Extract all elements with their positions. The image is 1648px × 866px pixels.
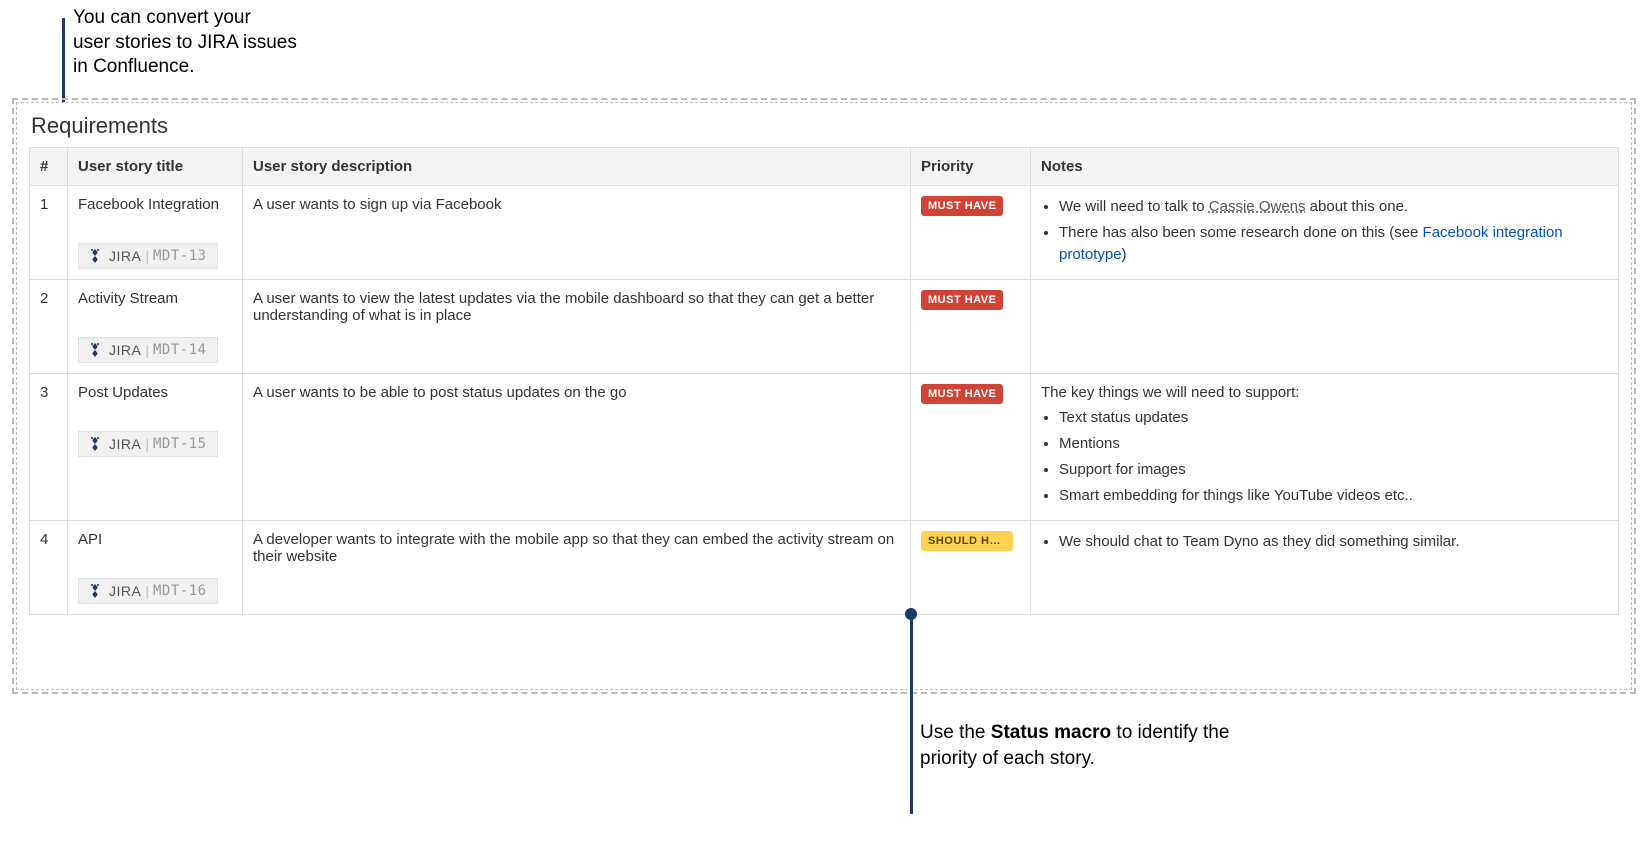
- jira-issue-link[interactable]: JIRA | MDT-14: [78, 337, 218, 363]
- table-header-row: # User story title User story descriptio…: [30, 148, 1619, 186]
- annotation-top-line1: You can convert your: [73, 7, 251, 28]
- row-number: 4: [30, 521, 68, 615]
- story-title: API: [78, 531, 232, 548]
- jira-product-label: JIRA: [109, 436, 141, 452]
- table-row: 4 API JIRA | MDT-16: [30, 521, 1619, 615]
- col-header-desc: User story description: [243, 148, 911, 186]
- table-row: 3 Post Updates JIRA | MDT-15: [30, 374, 1619, 521]
- cell-notes: We will need to talk to Cassie Owens abo…: [1031, 186, 1619, 280]
- cell-description: A user wants to sign up via Facebook: [243, 186, 911, 280]
- jira-issue-key: MDT-16: [153, 583, 207, 599]
- jira-icon: [87, 248, 103, 264]
- note-item: We should chat to Team Dyno as they did …: [1059, 531, 1608, 553]
- cell-title: Activity Stream JIRA | MDT-14: [68, 280, 243, 374]
- annotation-top-line3: in Confluence.: [73, 56, 194, 77]
- annotation-bottom-pre: Use the: [920, 722, 991, 743]
- annotation-top: You can convert your user stories to JIR…: [73, 6, 297, 80]
- note-item: Text status updates: [1059, 407, 1608, 429]
- jira-separator: |: [145, 248, 149, 264]
- row-number: 3: [30, 374, 68, 521]
- col-header-notes: Notes: [1031, 148, 1619, 186]
- annotation-bottom: Use the Status macro to identify the pri…: [920, 720, 1240, 771]
- cell-priority: MUST HAVE: [911, 280, 1031, 374]
- table-row: 2 Activity Stream JIRA | MDT-14: [30, 280, 1619, 374]
- cell-priority: MUST HAVE: [911, 186, 1031, 280]
- status-badge: SHOULD HAVE: [921, 531, 1013, 551]
- section-title: Requirements: [31, 113, 1619, 139]
- annotation-bottom-bold: Status macro: [991, 722, 1111, 743]
- note-text: about this one.: [1306, 198, 1409, 215]
- jira-issue-link[interactable]: JIRA | MDT-15: [78, 431, 218, 457]
- annotation-bottom-leader-line: [910, 614, 913, 814]
- jira-product-label: JIRA: [109, 583, 141, 599]
- cell-description: A developer wants to integrate with the …: [243, 521, 911, 615]
- story-title: Post Updates: [78, 384, 232, 401]
- cell-description: A user wants to be able to post status u…: [243, 374, 911, 521]
- jira-product-label: JIRA: [109, 248, 141, 264]
- jira-issue-key: MDT-14: [153, 342, 207, 358]
- jira-product-label: JIRA: [109, 342, 141, 358]
- jira-issue-key: MDT-13: [153, 248, 207, 264]
- requirements-panel: Requirements # User story title User sto…: [16, 102, 1632, 690]
- row-number: 1: [30, 186, 68, 280]
- cell-priority: MUST HAVE: [911, 374, 1031, 521]
- jira-icon: [87, 436, 103, 452]
- jira-issue-link[interactable]: JIRA | MDT-13: [78, 243, 218, 269]
- table-row: 1 Facebook Integration JIRA | MDT-13: [30, 186, 1619, 280]
- cell-title: Facebook Integration JIRA | MDT-13: [68, 186, 243, 280]
- col-header-title: User story title: [68, 148, 243, 186]
- jira-icon: [87, 342, 103, 358]
- note-item: There has also been some research done o…: [1059, 222, 1608, 266]
- cell-title: Post Updates JIRA | MDT-15: [68, 374, 243, 521]
- jira-separator: |: [145, 583, 149, 599]
- jira-issue-key: MDT-15: [153, 436, 207, 452]
- jira-separator: |: [145, 436, 149, 452]
- status-badge: MUST HAVE: [921, 196, 1003, 216]
- annotation-bottom-leader-dot: [905, 608, 917, 620]
- story-title: Activity Stream: [78, 290, 232, 307]
- col-header-number: #: [30, 148, 68, 186]
- status-badge: MUST HAVE: [921, 384, 1003, 404]
- macro-selection-frame: Requirements # User story title User sto…: [12, 98, 1636, 694]
- cell-notes: The key things we will need to support: …: [1031, 374, 1619, 521]
- col-header-priority: Priority: [911, 148, 1031, 186]
- requirements-table: # User story title User story descriptio…: [29, 147, 1619, 615]
- story-title: Facebook Integration: [78, 196, 232, 213]
- note-item: We will need to talk to Cassie Owens abo…: [1059, 196, 1608, 218]
- jira-icon: [87, 583, 103, 599]
- cell-notes: [1031, 280, 1619, 374]
- jira-issue-link[interactable]: JIRA | MDT-16: [78, 578, 218, 604]
- note-text: ): [1122, 246, 1127, 263]
- note-text: There has also been some research done o…: [1059, 224, 1423, 241]
- note-lead: The key things we will need to support:: [1041, 384, 1608, 401]
- cell-description: A user wants to view the latest updates …: [243, 280, 911, 374]
- cell-priority: SHOULD HAVE: [911, 521, 1031, 615]
- note-item: Mentions: [1059, 433, 1608, 455]
- cell-notes: We should chat to Team Dyno as they did …: [1031, 521, 1619, 615]
- row-number: 2: [30, 280, 68, 374]
- annotation-top-line2: user stories to JIRA issues: [73, 32, 297, 53]
- status-badge: MUST HAVE: [921, 290, 1003, 310]
- note-item: Support for images: [1059, 459, 1608, 481]
- user-mention[interactable]: Cassie Owens: [1209, 198, 1306, 215]
- cell-title: API JIRA | MDT-16: [68, 521, 243, 615]
- jira-separator: |: [145, 342, 149, 358]
- note-item: Smart embedding for things like YouTube …: [1059, 485, 1608, 507]
- note-text: We will need to talk to: [1059, 198, 1209, 215]
